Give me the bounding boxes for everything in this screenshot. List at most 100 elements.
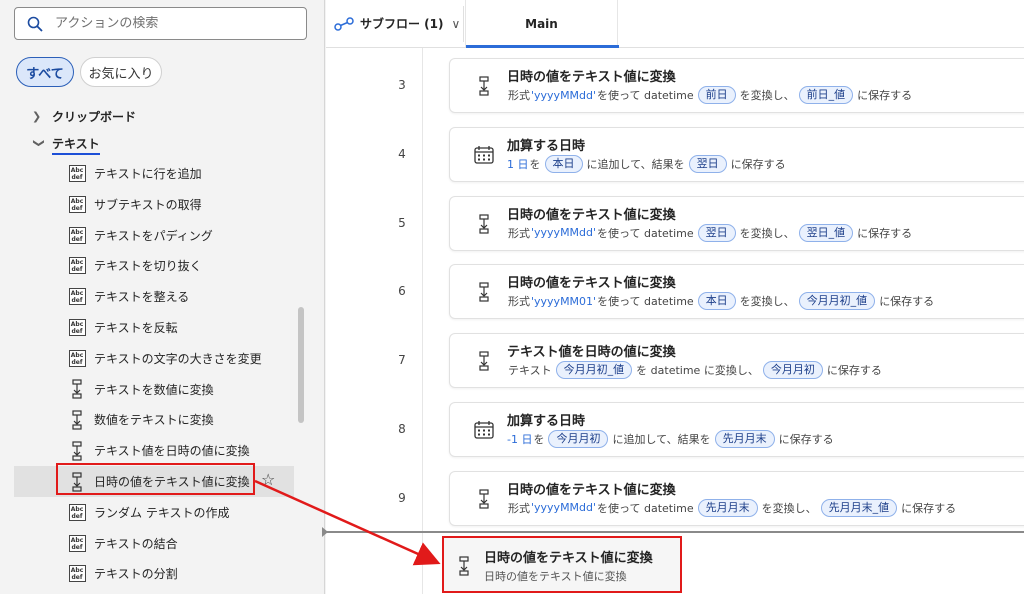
drop-insertion-line [326, 531, 1024, 533]
action-item-label: テキストを数値に変換 [94, 382, 214, 397]
chevron-right-icon: ❯ [32, 109, 42, 123]
step-title: 日時の値をテキスト値に変換 [507, 207, 676, 223]
search-box[interactable] [14, 7, 307, 40]
literal-value: -1 日 [507, 433, 533, 446]
subflow-icon [334, 16, 354, 31]
flow-step-card[interactable]: 日時の値をテキスト値に変換 形式 'yyyyMMdd' を使って datetime… [449, 195, 1024, 251]
category-text[interactable]: ❯ テキスト [0, 130, 100, 160]
description-text: 形式 [508, 89, 530, 102]
tab-bar: サブフロー (1) ∨ Main [326, 0, 1024, 48]
variable-token: 翌日 [688, 154, 727, 173]
abc-def-icon: Abc def [68, 288, 86, 306]
step-title: 加算する日時 [507, 138, 586, 154]
step-number: 3 [398, 78, 406, 92]
convert-icon [474, 350, 494, 372]
description-text: を変換し、 [761, 501, 817, 515]
flow-step-card[interactable]: 加算する日時 1 日 を 本日 に追加して、結果を 翌日 に保存する [449, 126, 1024, 182]
flow-step-card[interactable]: 日時の値をテキスト値に変換 形式 'yyyyMMdd' を使って datetime… [449, 470, 1024, 526]
convert-icon [474, 488, 494, 510]
filter-favorites-button[interactable]: お気に入り [80, 57, 162, 87]
description-text: を使って datetime [597, 295, 694, 309]
flow-step-card[interactable]: 加算する日時 -1 日 を 今月月初 に追加して、結果を 先月月末 に保存する [449, 402, 1024, 457]
scrollbar[interactable] [298, 307, 304, 423]
description-text: に保存する [730, 157, 786, 171]
variable-token: 前日_値 [798, 86, 854, 104]
action-item[interactable]: テキスト値を日時の値に変換 [14, 435, 294, 466]
convert-icon [68, 441, 86, 461]
literal-value: 'yyyyMMdd' [531, 226, 597, 240]
step-title: 日時の値をテキスト値に変換 [507, 70, 676, 85]
action-item[interactable]: Abc def サブテキストの取得 [14, 189, 294, 220]
favorite-star-icon[interactable]: ☆ [261, 470, 275, 489]
action-item-label: テキストをパディング [94, 228, 213, 243]
description-text: を使って datetime [597, 501, 694, 515]
drag-preview-desc: 日時の値をテキスト値に変換 [484, 570, 627, 583]
action-item[interactable]: テキストを数値に変換 [14, 374, 294, 405]
description-text: を使って datetime [597, 226, 694, 240]
abc-def-icon: Abc def [68, 195, 86, 213]
search-icon [27, 16, 43, 32]
abc-def-icon: Abc def [68, 534, 86, 552]
literal-value: 'yyyyMMdd' [531, 88, 597, 102]
step-description: 形式 'yyyyMMdd' を使って datetime 前日 を変換し、 前日_値… [507, 86, 913, 104]
step-number: 8 [398, 422, 406, 436]
flow-step-card[interactable]: 日時の値をテキスト値に変換 形式 'yyyyMMdd' を使って datetime… [449, 58, 1024, 113]
subflow-dropdown[interactable]: サブフロー (1) ∨ [334, 0, 460, 47]
action-item[interactable]: Abc def テキストの分割 [14, 558, 294, 589]
action-item[interactable]: Abc def ランダム テキストの作成 [14, 497, 294, 528]
action-item-label: サブテキストの取得 [94, 197, 202, 212]
selected-action-highlight [56, 463, 255, 495]
search-input[interactable] [55, 16, 285, 31]
calendar-icon [474, 419, 494, 441]
action-item[interactable]: Abc def テキストを反転 [14, 312, 294, 343]
filter-all-button[interactable]: すべて [16, 57, 74, 87]
divider [463, 6, 464, 42]
action-item[interactable]: Abc def テキストの文字の大きさを変更 [14, 343, 294, 374]
description-text: に追加して、結果を [612, 433, 711, 446]
step-title: テキスト値を日時の値に変換 [507, 345, 676, 361]
description-text: 形式 [508, 226, 530, 240]
flow-step-card[interactable]: テキスト値を日時の値に変換 テキスト 今月月初_値 を datetime に変換し… [449, 333, 1024, 389]
convert-icon [68, 410, 86, 430]
step-description: 1 日 を 本日 に追加して、結果を 翌日 に保存する [507, 154, 787, 173]
step-title: 加算する日時 [507, 414, 586, 429]
action-item[interactable]: Abc def テキストの結合 [14, 528, 294, 559]
variable-token: 先月月末 [697, 498, 758, 517]
step-number: 9 [398, 490, 406, 505]
literal-value: 'yyyyMMdd' [531, 501, 597, 515]
action-item-label: テキストの結合 [94, 536, 178, 551]
convert-icon [68, 379, 86, 399]
step-number: 5 [398, 215, 406, 230]
description-text: を変換し、 [739, 89, 795, 102]
variable-token: 今月月初_値 [555, 361, 633, 380]
step-description: テキスト 今月月初_値 を datetime に変換し、 今月月初 に保存する [507, 361, 883, 380]
description-text: を datetime に変換し、 [636, 364, 759, 378]
action-item[interactable]: Abc def テキストを整える [14, 281, 294, 312]
description-text: に保存する [857, 226, 913, 240]
abc-def-icon: Abc def [68, 349, 86, 367]
flow-step-card[interactable]: 日時の値をテキスト値に変換 形式 'yyyyMM01' を使って datetime… [449, 264, 1024, 320]
variable-token: 今月月初 [548, 430, 609, 448]
tab-main[interactable]: Main [465, 0, 619, 48]
step-title: 日時の値をテキスト値に変換 [507, 482, 676, 498]
description-text: に保存する [901, 501, 957, 515]
convert-icon [474, 281, 494, 303]
action-item[interactable]: Abc def テキストを切り抜く [14, 250, 294, 281]
category-clipboard[interactable]: ❯ クリップボード [0, 101, 136, 131]
action-item-label: テキストの文字の大きさを変更 [94, 351, 262, 366]
calendar-icon [474, 144, 494, 166]
variable-token: 前日 [697, 86, 736, 104]
action-item[interactable]: Abc def テキストに行を追加 [14, 158, 294, 189]
action-item[interactable]: Abc def テキストをパディング [14, 220, 294, 251]
action-item-label: テキスト値を日時の値に変換 [94, 444, 250, 459]
abc-def-icon: Abc def [68, 226, 86, 244]
literal-value: 1 日 [507, 157, 529, 171]
variable-token: 今月月初_値 [798, 292, 876, 311]
variable-token: 先月月末_値 [820, 498, 898, 517]
variable-token: 本日 [544, 154, 583, 173]
actions-panel: すべて お気に入り ❯ クリップボード ❯ テキスト Abcdef テキストに行を… [0, 0, 325, 594]
variable-token: 翌日 [697, 223, 736, 242]
action-item[interactable]: 数値をテキストに変換 [14, 404, 294, 435]
variable-token: 今月月初 [762, 361, 823, 380]
description-text: に保存する [778, 433, 834, 446]
